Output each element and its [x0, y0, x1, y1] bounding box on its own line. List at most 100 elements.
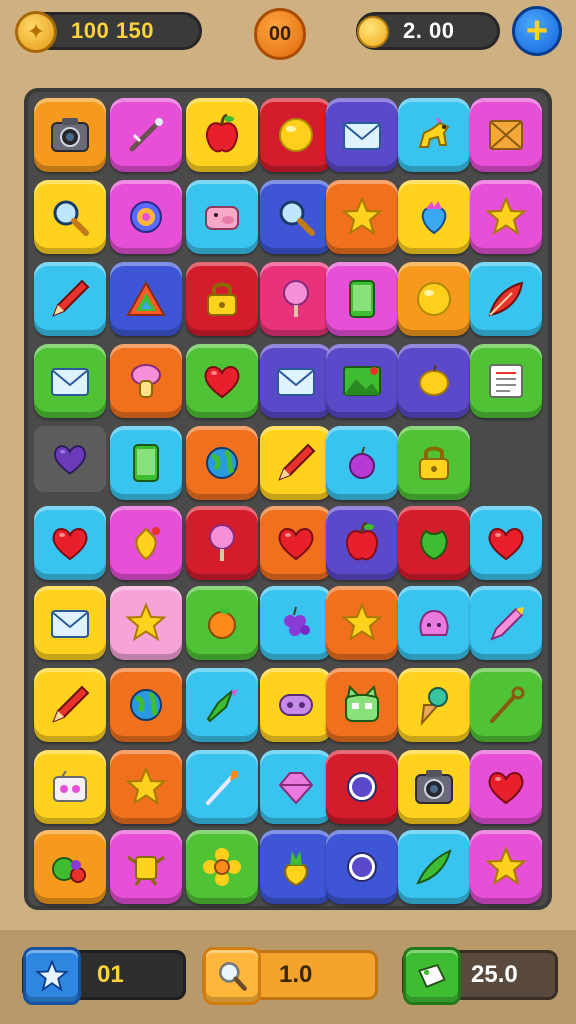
- tile[interactable]: [260, 426, 332, 500]
- magnifier-icon: [203, 947, 261, 1005]
- tile[interactable]: [260, 750, 332, 824]
- tile[interactable]: [470, 262, 542, 336]
- rocket-icon: [206, 689, 238, 723]
- tile[interactable]: [398, 262, 470, 336]
- tile[interactable]: [34, 262, 106, 336]
- pencil-icon: [52, 279, 90, 317]
- tile[interactable]: [186, 830, 258, 904]
- tile[interactable]: [186, 750, 258, 824]
- ball-icon: [279, 118, 313, 152]
- tile[interactable]: [186, 262, 258, 336]
- star-icon: [341, 196, 383, 236]
- tile[interactable]: [110, 830, 182, 904]
- orange-icon: [208, 608, 236, 639]
- tile[interactable]: [34, 180, 106, 254]
- bottom-bar: 01 1.0 25.0: [0, 930, 576, 1024]
- tile[interactable]: [326, 668, 398, 742]
- tile[interactable]: [398, 426, 470, 500]
- magnifier-icon: [279, 200, 315, 236]
- tile[interactable]: [260, 506, 332, 580]
- tile[interactable]: [110, 262, 182, 336]
- tile[interactable]: [470, 586, 542, 660]
- tile[interactable]: [110, 586, 182, 660]
- target-icon: [130, 201, 162, 233]
- tile[interactable]: [260, 344, 332, 418]
- tile[interactable]: [186, 426, 258, 500]
- tile[interactable]: [110, 668, 182, 742]
- tile[interactable]: [110, 180, 182, 254]
- tile[interactable]: [470, 98, 542, 172]
- tile[interactable]: [260, 830, 332, 904]
- tile[interactable]: [326, 262, 398, 336]
- tile[interactable]: [398, 750, 470, 824]
- blob-icon: [419, 609, 449, 636]
- box-icon: [489, 120, 523, 150]
- coin-icon: ✦: [15, 11, 57, 53]
- tile[interactable]: [34, 750, 106, 824]
- tile[interactable]: [326, 344, 398, 418]
- tile[interactable]: [326, 180, 398, 254]
- tile[interactable]: [398, 344, 470, 418]
- tile[interactable]: [110, 98, 182, 172]
- wand-icon: [129, 118, 163, 152]
- tile[interactable]: [398, 180, 470, 254]
- tile[interactable]: [110, 750, 182, 824]
- add-currency-button[interactable]: +: [512, 6, 562, 56]
- tile[interactable]: [398, 830, 470, 904]
- tile[interactable]: [110, 344, 182, 418]
- ticket-icon: [403, 947, 461, 1005]
- note-icon: [489, 364, 523, 398]
- camera-icon: [51, 118, 89, 152]
- tile[interactable]: [470, 668, 542, 742]
- tile[interactable]: [326, 506, 398, 580]
- tile[interactable]: [34, 830, 106, 904]
- tile[interactable]: [326, 830, 398, 904]
- tile[interactable]: [398, 98, 470, 172]
- gems-counter[interactable]: 2. 00: [356, 12, 500, 50]
- moves-counter[interactable]: 01: [22, 947, 186, 1005]
- tile[interactable]: [186, 98, 258, 172]
- tile[interactable]: [110, 426, 182, 500]
- coins-counter[interactable]: ✦ 100 150: [15, 11, 202, 53]
- tile[interactable]: [398, 506, 470, 580]
- tile[interactable]: [470, 344, 542, 418]
- tile[interactable]: [260, 668, 332, 742]
- tile[interactable]: [34, 344, 106, 418]
- heart-icon: [488, 772, 524, 805]
- tile[interactable]: [326, 98, 398, 172]
- tile[interactable]: [186, 506, 258, 580]
- tile[interactable]: [326, 426, 398, 500]
- heart-icon: [53, 445, 87, 475]
- lock-icon: [207, 282, 237, 316]
- gem-icon: [278, 772, 314, 805]
- tile[interactable]: [186, 344, 258, 418]
- tile[interactable]: [260, 262, 332, 336]
- gold-coin-icon: [357, 16, 389, 48]
- ring-icon: [347, 852, 377, 882]
- tile[interactable]: [34, 586, 106, 660]
- tile[interactable]: [186, 668, 258, 742]
- tile[interactable]: [398, 668, 470, 742]
- tile[interactable]: [186, 586, 258, 660]
- tile[interactable]: [470, 830, 542, 904]
- tile[interactable]: [470, 506, 542, 580]
- level-badge[interactable]: 00: [254, 8, 306, 60]
- tile[interactable]: [34, 506, 106, 580]
- hint-booster[interactable]: 1.0: [202, 947, 378, 1005]
- score-counter[interactable]: 25.0: [402, 947, 558, 1005]
- pencil-icon: [278, 443, 316, 481]
- tile[interactable]: [260, 180, 332, 254]
- tile[interactable]: [398, 586, 470, 660]
- tile[interactable]: [34, 668, 106, 742]
- tile[interactable]: [110, 506, 182, 580]
- tile[interactable]: [186, 180, 258, 254]
- tile[interactable]: [326, 586, 398, 660]
- tile[interactable]: [470, 750, 542, 824]
- envelope-icon: [277, 368, 315, 396]
- tile[interactable]: [470, 180, 542, 254]
- flower-icon: [203, 848, 241, 886]
- tile[interactable]: [260, 98, 332, 172]
- tile[interactable]: [326, 750, 398, 824]
- tile[interactable]: [260, 586, 332, 660]
- tile[interactable]: [34, 98, 106, 172]
